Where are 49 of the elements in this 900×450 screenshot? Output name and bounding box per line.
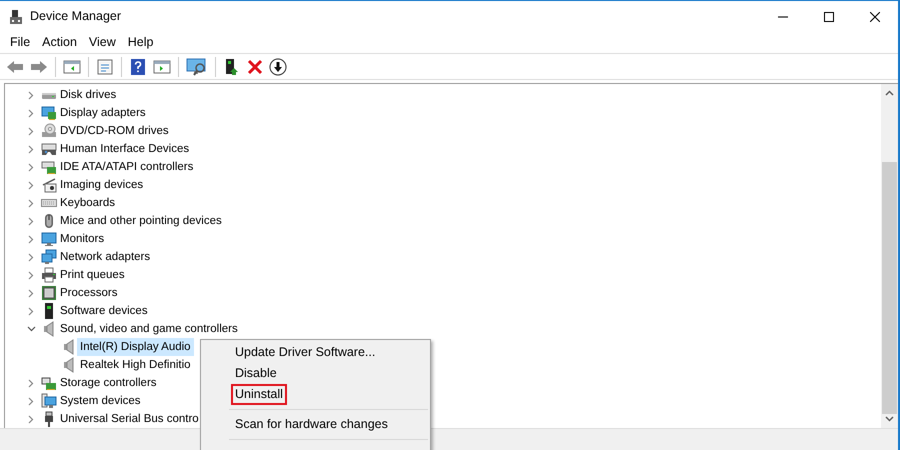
tree-item[interactable]: DVD/CD-ROM drives: [57, 122, 172, 140]
tree-item[interactable]: Monitors: [57, 230, 108, 248]
tree-item[interactable]: Processors: [57, 284, 121, 302]
storage-controller-icon: [41, 375, 57, 391]
display-adapter-icon: [41, 105, 57, 121]
scrollbar-thumb[interactable]: [882, 162, 897, 414]
camera-icon: [41, 177, 57, 193]
window-title: Device Manager: [30, 8, 122, 26]
app-icon: [8, 8, 24, 24]
tree-item[interactable]: Print queues: [57, 266, 128, 284]
tree-item[interactable]: Mice and other pointing devices: [57, 212, 225, 230]
menu-item[interactable]: Help: [122, 33, 160, 52]
tree-item[interactable]: Display adapters: [57, 104, 149, 122]
maximize-icon[interactable]: [824, 12, 834, 22]
tree-item[interactable]: Human Interface Devices: [57, 140, 192, 158]
tree-item[interactable]: Software devices: [57, 302, 151, 320]
tree-item[interactable]: IDE ATA/ATAPI controllers: [57, 158, 196, 176]
controller-card-icon: [41, 159, 57, 175]
menu-item[interactable]: Scan for hardware changes: [231, 414, 392, 435]
menu-item[interactable]: View: [82, 33, 122, 52]
tree-item[interactable]: Disk drives: [57, 86, 120, 104]
close-icon[interactable]: [870, 12, 880, 22]
menu-item[interactable]: Update Driver Software...: [231, 342, 380, 363]
tree-item[interactable]: Realtek High Definitio: [77, 356, 194, 374]
menu-item[interactable]: Action: [36, 33, 83, 52]
tree-item[interactable]: Keyboards: [57, 194, 118, 212]
menu-item[interactable]: Disable: [231, 363, 281, 384]
tree-item[interactable]: Storage controllers: [57, 374, 160, 392]
menu-item[interactable]: Uninstall: [231, 384, 287, 405]
download-button[interactable]: [267, 56, 289, 76]
tree-item[interactable]: Network adapters: [57, 248, 154, 266]
scroll-up-icon[interactable]: [885, 90, 894, 96]
monitor-icon: [41, 231, 57, 247]
uninstall-button[interactable]: [245, 58, 265, 76]
gamepad-icon: [41, 141, 57, 157]
computer-icon: [41, 393, 57, 409]
action-pane-button[interactable]: [151, 58, 173, 76]
chip-icon: [41, 285, 57, 301]
tree-item[interactable]: Imaging devices: [57, 176, 146, 194]
console-tree-button[interactable]: [61, 58, 83, 76]
tree-item[interactable]: Sound, video and game controllers: [57, 320, 241, 338]
tree-item[interactable]: System devices: [57, 392, 144, 410]
printer-icon: [41, 267, 57, 283]
menu-item[interactable]: File: [4, 33, 36, 52]
tree-item[interactable]: Intel(R) Display Audio: [77, 338, 194, 356]
network-icon: [41, 249, 57, 265]
tree-item[interactable]: Universal Serial Bus contro: [57, 410, 202, 428]
scroll-down-icon[interactable]: [885, 416, 894, 422]
disc-drive-icon: [41, 123, 57, 139]
